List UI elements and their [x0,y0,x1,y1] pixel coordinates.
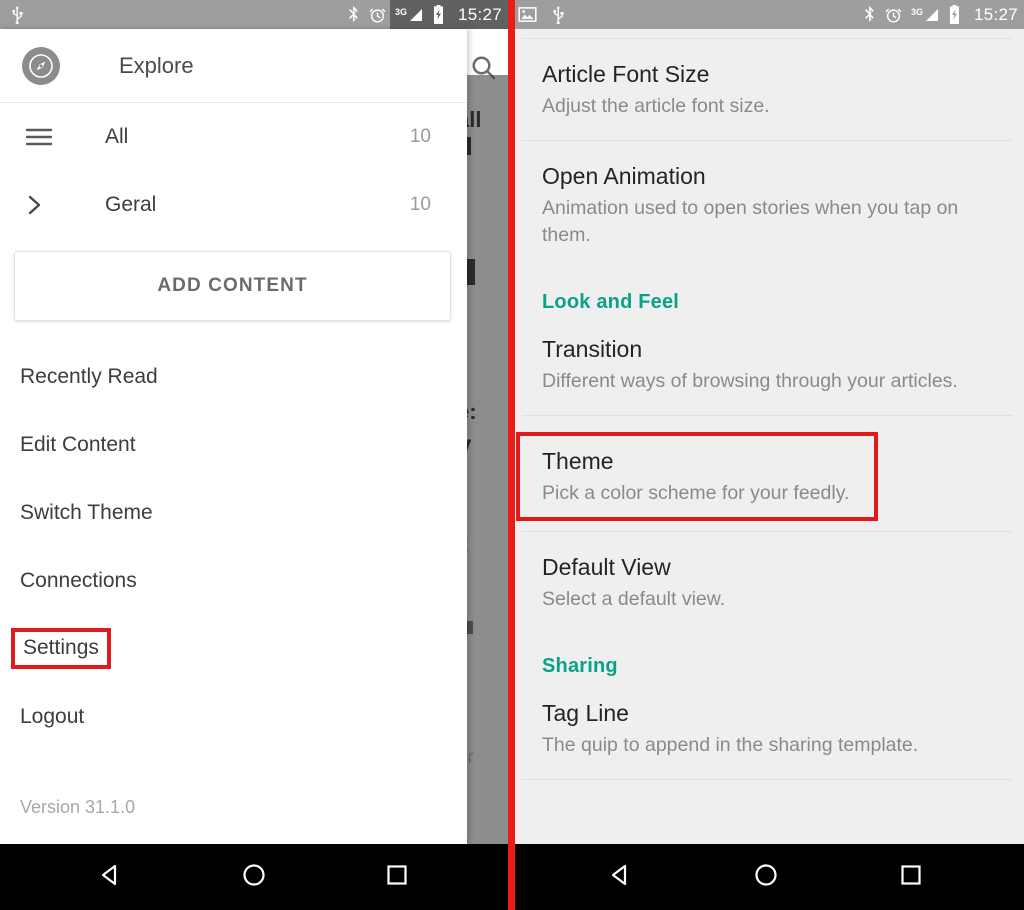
setting-subtitle: The quip to append in the sharing templa… [542,734,919,756]
status-bar-left-icons-right [518,5,567,24]
drawer-header-explore[interactable]: Explore [0,29,467,103]
section-header-look-and-feel: Look and Feel [542,291,680,313]
scrim-fragment-bar [467,137,471,155]
setting-title: Tag Line [542,700,629,726]
signal-3g-icon: 3G [911,7,939,22]
feed-count-all: 10 [409,126,431,147]
menu-item-settings[interactable]: Settings [0,615,467,683]
scrim-fragment-4: er [467,747,474,768]
home-button[interactable] [239,860,269,895]
feed-label-all: All [105,125,129,148]
status-bar-right-icons: 3G 15:27 [347,5,502,25]
setting-transition[interactable]: Transition Different ways of browsing th… [508,314,1024,415]
scrim-fragment-2: y [467,429,471,460]
back-button[interactable] [606,860,636,895]
settings-list[interactable]: Article Font Size Adjust the article fon… [508,29,1024,844]
setting-subtitle: Different ways of browsing through your … [542,370,958,392]
scrim-fragment-0: all [467,107,482,132]
settings-highlight-box: Settings [11,628,111,669]
setting-title: Default View [542,554,671,580]
bluetooth-icon [864,5,874,22]
menu-item-recently-read[interactable]: Recently Read [0,343,467,411]
recents-button[interactable] [382,860,412,895]
left-phone-screen: 3G 15:27 all e: y rt er [0,0,508,910]
compass-icon [22,46,60,85]
status-bar-right-icons-right: 3G 15:27 [863,5,1018,25]
list-divider [522,415,1012,416]
panel-split-divider [508,0,515,910]
setting-article-font-size[interactable]: Article Font Size Adjust the article fon… [508,39,1024,140]
chevron-right-icon[interactable] [24,193,66,217]
section-header-sharing: Sharing [542,655,618,677]
scrim-fragment-1: e: [467,399,477,424]
status-bar-left: 3G 15:27 [0,0,508,29]
setting-subtitle: Animation used to open stories when you … [542,197,959,246]
setting-subtitle: Pick a color scheme for your feedly. [542,482,850,504]
status-bar-clock: 15:27 [457,4,502,24]
feed-row-all[interactable]: All 10 [0,103,467,171]
alarm-icon [369,8,386,23]
hamburger-icon [24,126,66,148]
drawer-menu-list: Recently Read Edit Content Switch Theme … [0,343,467,751]
status-bar-left-icons [10,5,26,24]
feed-label-geral: Geral [105,193,157,216]
image-icon [518,7,537,22]
scrim-fragment-bar3 [467,621,473,634]
menu-item-connections[interactable]: Connections [0,547,467,615]
list-divider [522,779,1012,780]
menu-item-settings-label: Settings [23,636,99,659]
setting-subtitle: Select a default view. [542,588,726,610]
status-bar-clock-right: 15:27 [973,4,1018,24]
scrim-fragment-3: rt [467,535,469,557]
menu-item-logout[interactable]: Logout [0,683,467,751]
battery-charging-icon [949,5,959,24]
search-icon[interactable] [469,53,499,83]
setting-title: Theme [542,448,614,474]
setting-open-animation[interactable]: Open Animation Animation used to open st… [508,141,1024,269]
navigation-bar-right [508,844,1024,910]
background-scrim[interactable]: all e: y rt er [467,29,508,844]
home-button[interactable] [751,860,781,895]
signal-3g-icon: 3G [395,7,423,22]
app-version-label: Version 31.1.0 [20,797,136,817]
clipped-item-top [508,29,1024,38]
explore-label: Explore [119,52,194,78]
setting-default-view[interactable]: Default View Select a default view. [508,532,1024,633]
status-bar-right: 3G 15:27 [508,0,1024,29]
setting-subtitle: Adjust the article font size. [542,95,770,117]
battery-charging-icon [433,5,443,24]
alarm-icon [885,8,902,23]
scrim-fragment-bar2 [467,259,475,285]
setting-title: Article Font Size [542,61,710,87]
back-button[interactable] [96,860,126,895]
navigation-drawer: Explore All 10 Geral 10 ADD CONTENT Rece… [0,29,467,844]
right-phone-screen: 3G 15:27 Article Font Size Adjust the ar… [508,0,1024,910]
feed-row-geral[interactable]: Geral 10 [0,171,467,239]
menu-item-edit-content[interactable]: Edit Content [0,411,467,479]
add-content-button[interactable]: ADD CONTENT [14,251,451,321]
setting-title: Transition [542,336,643,362]
usb-icon [12,5,23,24]
usb-icon [553,5,564,24]
setting-title: Open Animation [542,163,706,189]
dual-screenshot-container: 3G 15:27 all e: y rt er [0,0,1024,910]
setting-tag-line[interactable]: Tag Line The quip to append in the shari… [508,678,1024,779]
recents-button[interactable] [896,860,926,895]
menu-item-switch-theme[interactable]: Switch Theme [0,479,467,547]
setting-theme[interactable]: Theme Pick a color scheme for your feedl… [508,426,1024,527]
navigation-bar-left [0,844,508,910]
bluetooth-icon [348,5,358,22]
feed-count-geral: 10 [409,194,431,215]
